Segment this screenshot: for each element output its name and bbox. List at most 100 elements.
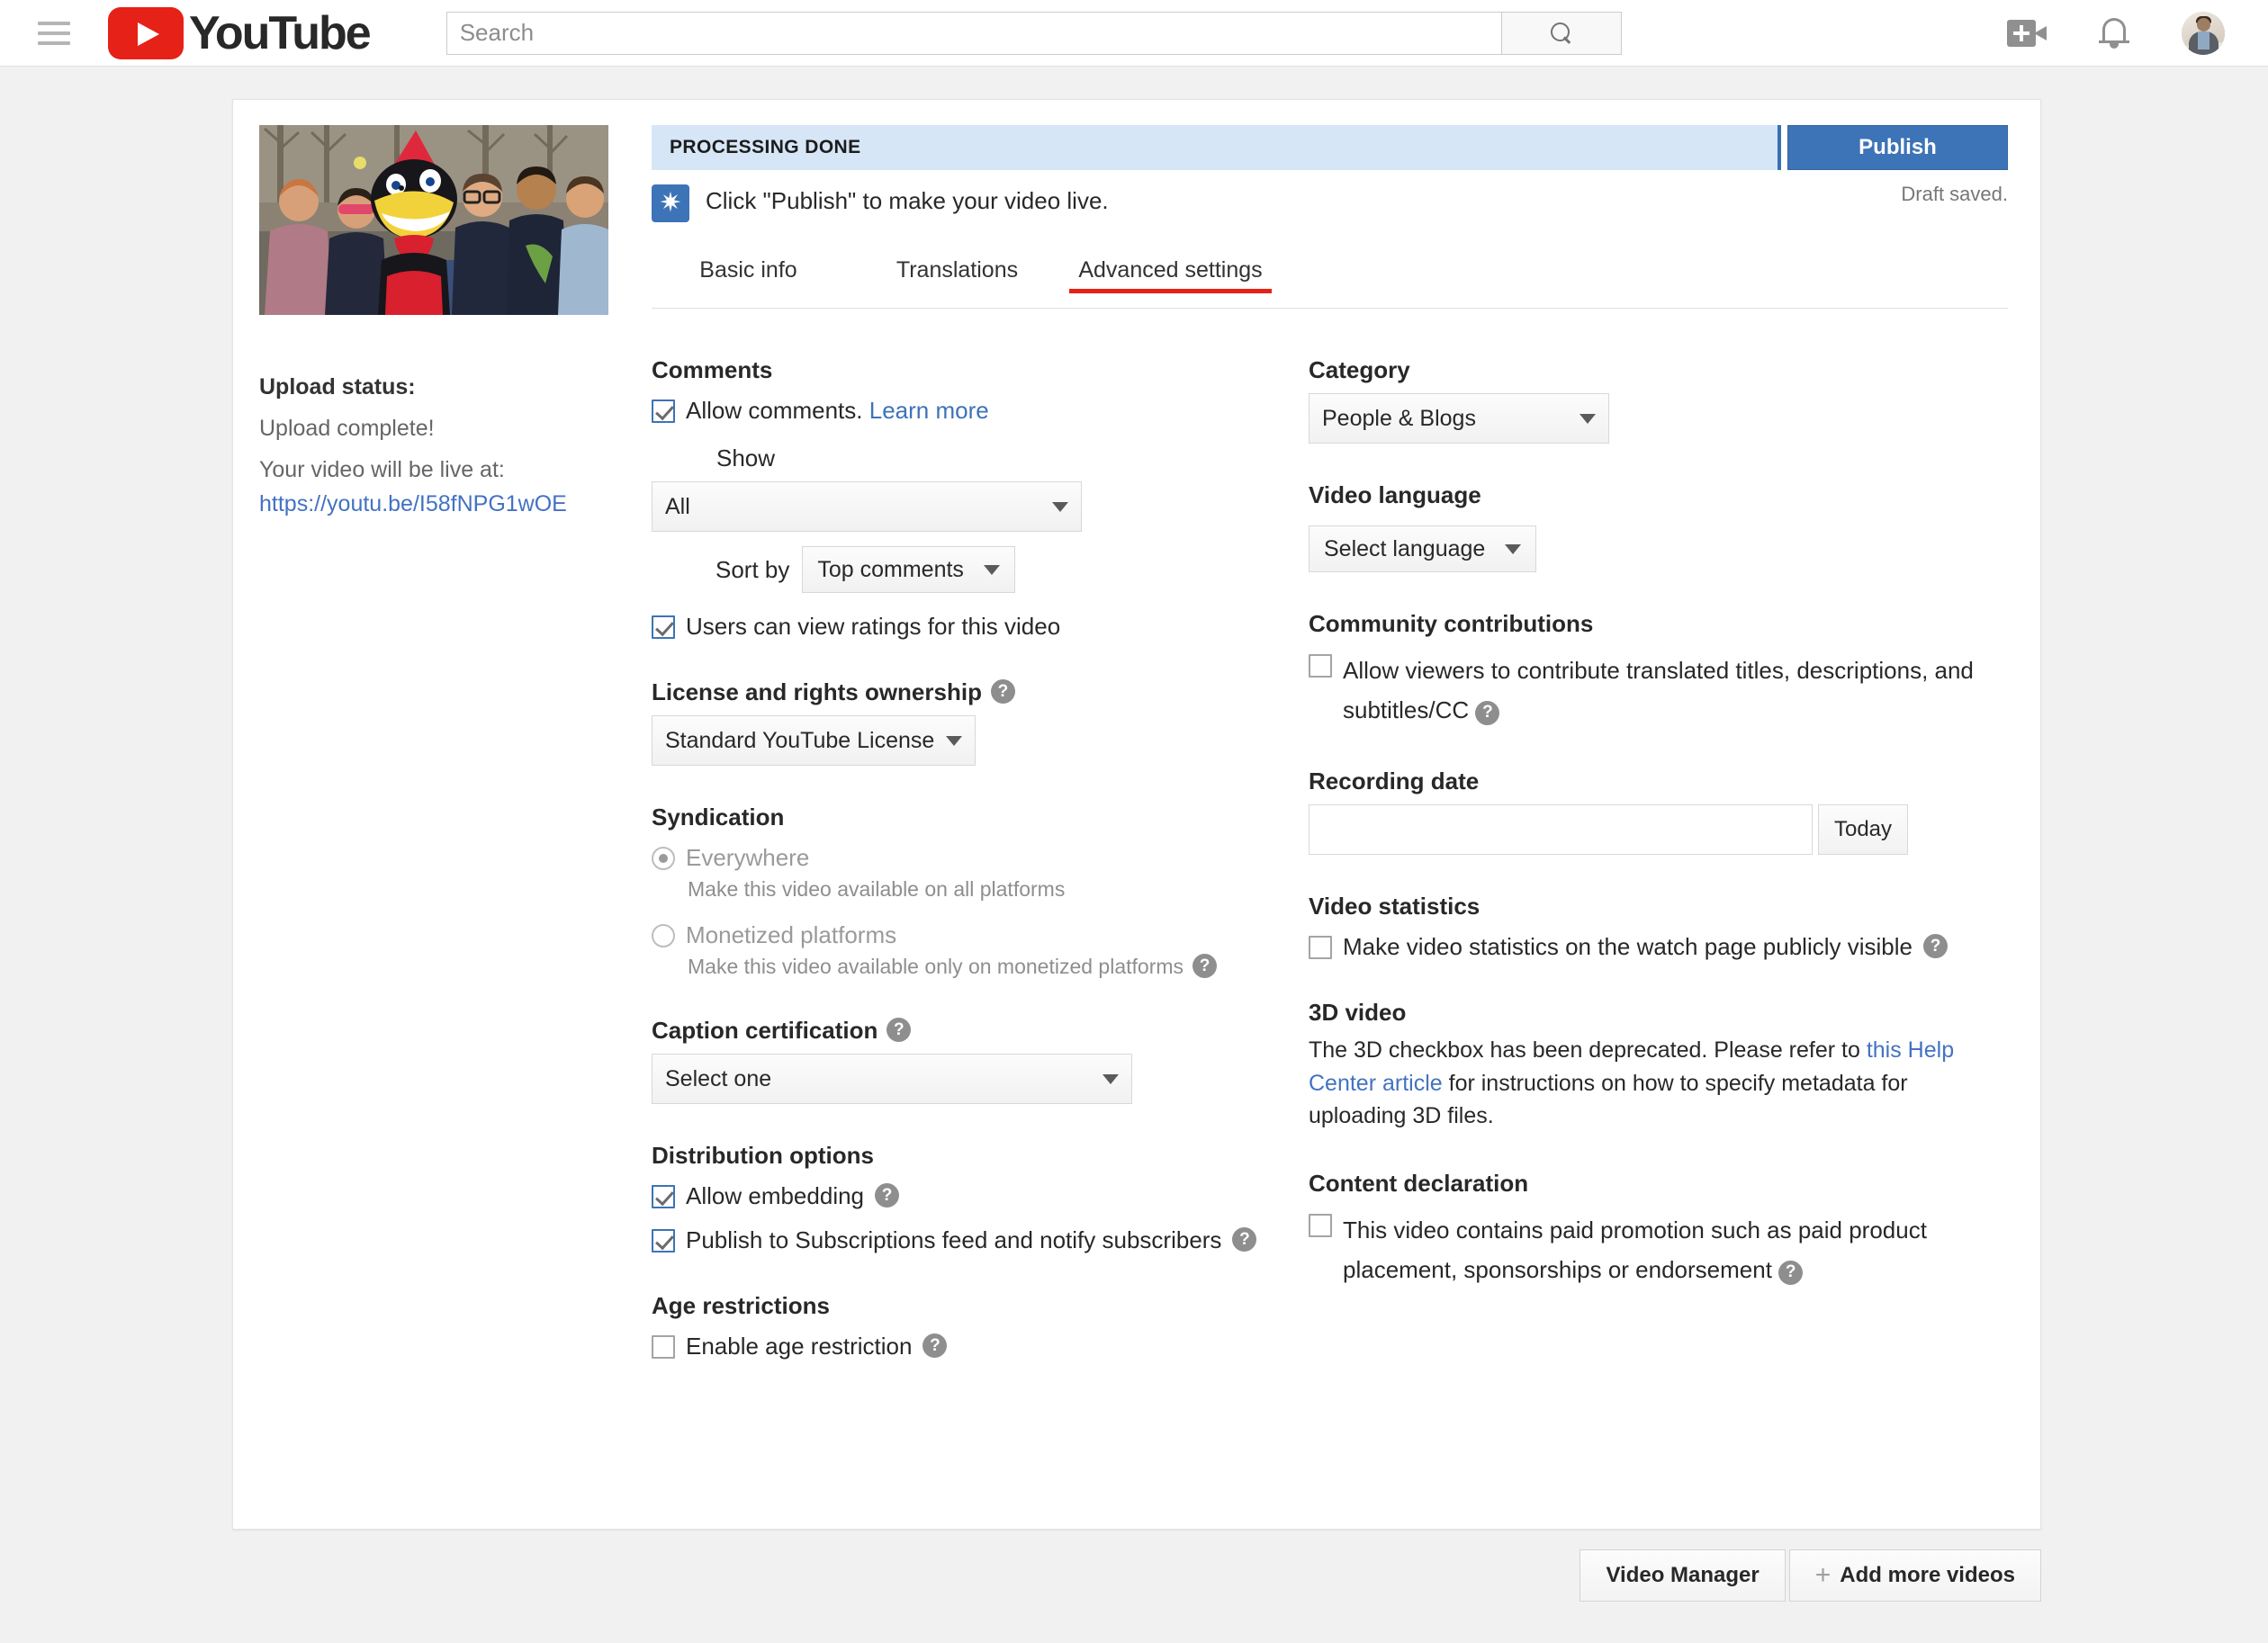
upload-status-title: Upload status: bbox=[259, 370, 601, 404]
right-settings-column: Category People & Blogs Video language S… bbox=[1309, 356, 2011, 1290]
comments-sort-value: Top comments bbox=[817, 557, 964, 583]
publish-subscriptions-row[interactable]: Publish to Subscriptions feed and notify… bbox=[652, 1226, 1282, 1254]
age-restriction-checkbox[interactable] bbox=[652, 1335, 675, 1359]
comments-heading: Comments bbox=[652, 356, 1282, 384]
thumbnail-image bbox=[259, 125, 608, 315]
footer-actions: Video Manager + Add more videos bbox=[0, 1549, 2268, 1602]
syndication-heading: Syndication bbox=[652, 804, 1282, 831]
syndication-monetized-label: Monetized platforms bbox=[686, 921, 896, 949]
caption-certification-value: Select one bbox=[665, 1066, 771, 1092]
video-statistics-checkbox[interactable] bbox=[1309, 936, 1332, 959]
upload-settings-card: Upload status: Upload complete! Your vid… bbox=[232, 99, 2041, 1530]
search-button[interactable] bbox=[1501, 12, 1622, 55]
star-badge-icon: ✷ bbox=[652, 184, 689, 222]
comments-show-select[interactable]: All bbox=[652, 481, 1082, 532]
play-button-icon bbox=[108, 7, 184, 59]
video-thumbnail[interactable] bbox=[259, 125, 608, 315]
comments-show-value: All bbox=[665, 494, 690, 520]
license-value: Standard YouTube License bbox=[665, 728, 934, 754]
community-contributions-label: Allow viewers to contribute translated t… bbox=[1343, 651, 2011, 730]
three-d-video-description: The 3D checkbox has been deprecated. Ple… bbox=[1309, 1034, 1993, 1132]
caption-certification-select[interactable]: Select one bbox=[652, 1054, 1132, 1104]
syndication-monetized-row[interactable]: Monetized platforms bbox=[652, 921, 1282, 949]
caption-certification-heading: Caption certification ? bbox=[652, 1017, 1282, 1045]
add-more-videos-label: Add more videos bbox=[1840, 1563, 2015, 1588]
community-contributions-row[interactable]: Allow viewers to contribute translated t… bbox=[1309, 651, 2011, 730]
view-ratings-row[interactable]: Users can view ratings for this video bbox=[652, 613, 1282, 641]
allow-comments-row[interactable]: Allow comments. Learn more bbox=[652, 397, 1282, 425]
help-icon[interactable]: ? bbox=[1192, 954, 1217, 978]
upload-status-block: Upload status: Upload complete! Your vid… bbox=[259, 370, 601, 521]
age-restriction-row[interactable]: Enable age restriction ? bbox=[652, 1333, 1282, 1360]
help-icon[interactable]: ? bbox=[886, 1018, 911, 1042]
content-declaration-label: This video contains paid promotion such … bbox=[1343, 1210, 2011, 1289]
search-input[interactable] bbox=[446, 12, 1501, 55]
category-value: People & Blogs bbox=[1322, 406, 1476, 432]
youtube-logo[interactable]: YouTube bbox=[108, 6, 370, 60]
content-declaration-checkbox[interactable] bbox=[1309, 1214, 1332, 1237]
syndication-monetized-radio[interactable] bbox=[652, 924, 675, 947]
tab-translations[interactable]: Translations bbox=[856, 248, 1058, 283]
content-declaration-heading: Content declaration bbox=[1309, 1170, 2011, 1198]
view-ratings-checkbox[interactable] bbox=[652, 615, 675, 639]
upload-status-live-at: Your video will be live at: bbox=[259, 453, 601, 487]
tab-basic-info[interactable]: Basic info bbox=[652, 248, 845, 283]
help-icon[interactable]: ? bbox=[1475, 701, 1499, 725]
processing-status-banner: PROCESSING DONE bbox=[652, 125, 1781, 170]
syndication-everywhere-radio[interactable] bbox=[652, 847, 675, 870]
recording-date-row: Today bbox=[1309, 804, 2011, 855]
distribution-heading: Distribution options bbox=[652, 1142, 1282, 1170]
video-language-heading: Video language bbox=[1309, 481, 2011, 509]
allow-comments-checkbox[interactable] bbox=[652, 400, 675, 423]
video-manager-button[interactable]: Video Manager bbox=[1580, 1549, 1785, 1602]
publish-subscriptions-label: Publish to Subscriptions feed and notify… bbox=[686, 1226, 1221, 1254]
comments-show-label: Show bbox=[716, 444, 1282, 472]
license-heading: License and rights ownership ? bbox=[652, 678, 1282, 706]
help-icon[interactable]: ? bbox=[991, 679, 1015, 704]
view-ratings-label: Users can view ratings for this video bbox=[686, 613, 1060, 641]
syndication-everywhere-row[interactable]: Everywhere bbox=[652, 844, 1282, 872]
comments-sort-label: Sort by bbox=[716, 556, 789, 584]
license-select[interactable]: Standard YouTube License bbox=[652, 715, 976, 766]
today-button[interactable]: Today bbox=[1818, 804, 1908, 855]
video-language-value: Select language bbox=[1324, 536, 1485, 562]
video-statistics-row[interactable]: Make video statistics on the watch page … bbox=[1309, 933, 2011, 961]
publish-button[interactable]: Publish bbox=[1787, 125, 2008, 170]
help-icon[interactable]: ? bbox=[1232, 1227, 1256, 1252]
publish-hint-text: Click "Publish" to make your video live. bbox=[706, 187, 1109, 215]
search-icon bbox=[1551, 22, 1572, 44]
help-icon[interactable]: ? bbox=[875, 1183, 899, 1208]
draft-saved-status: Draft saved. bbox=[1787, 183, 2008, 206]
recording-date-heading: Recording date bbox=[1309, 768, 2011, 795]
video-statistics-heading: Video statistics bbox=[1309, 893, 2011, 920]
video-camera-plus-icon[interactable] bbox=[2007, 20, 2047, 47]
three-d-video-heading: 3D video bbox=[1309, 999, 2011, 1027]
processing-status-text: PROCESSING DONE bbox=[670, 137, 861, 158]
help-icon[interactable]: ? bbox=[922, 1333, 947, 1358]
tab-advanced-settings[interactable]: Advanced settings bbox=[1069, 248, 1272, 283]
publish-subscriptions-checkbox[interactable] bbox=[652, 1229, 675, 1252]
allow-embedding-checkbox[interactable] bbox=[652, 1185, 675, 1208]
recording-date-input[interactable] bbox=[1309, 804, 1813, 855]
chevron-down-icon bbox=[1052, 502, 1068, 512]
syndication-everywhere-label: Everywhere bbox=[686, 844, 809, 872]
allow-embedding-row[interactable]: Allow embedding ? bbox=[652, 1182, 1282, 1210]
community-contributions-checkbox[interactable] bbox=[1309, 654, 1332, 678]
allow-comments-label: Allow comments. Learn more bbox=[686, 397, 989, 425]
syndication-everywhere-description: Make this video available on all platfor… bbox=[688, 877, 1282, 902]
avatar[interactable] bbox=[2182, 12, 2225, 55]
video-language-select[interactable]: Select language bbox=[1309, 525, 1536, 572]
help-icon[interactable]: ? bbox=[1923, 934, 1948, 958]
category-select[interactable]: People & Blogs bbox=[1309, 393, 1609, 444]
search-bar bbox=[446, 12, 1622, 55]
help-icon[interactable]: ? bbox=[1778, 1261, 1803, 1285]
learn-more-link[interactable]: Learn more bbox=[869, 397, 989, 424]
content-declaration-row[interactable]: This video contains paid promotion such … bbox=[1309, 1210, 2011, 1289]
video-statistics-label: Make video statistics on the watch page … bbox=[1343, 933, 1912, 961]
hamburger-icon[interactable] bbox=[38, 22, 70, 45]
video-url-link[interactable]: https://youtu.be/I58fNPG1wOE bbox=[259, 491, 567, 516]
comments-sort-select[interactable]: Top comments bbox=[802, 546, 1015, 593]
add-more-videos-button[interactable]: + Add more videos bbox=[1789, 1549, 2041, 1602]
bell-icon[interactable] bbox=[2099, 16, 2129, 50]
syndication-monetized-description: Make this video available only on moneti… bbox=[688, 955, 1282, 979]
